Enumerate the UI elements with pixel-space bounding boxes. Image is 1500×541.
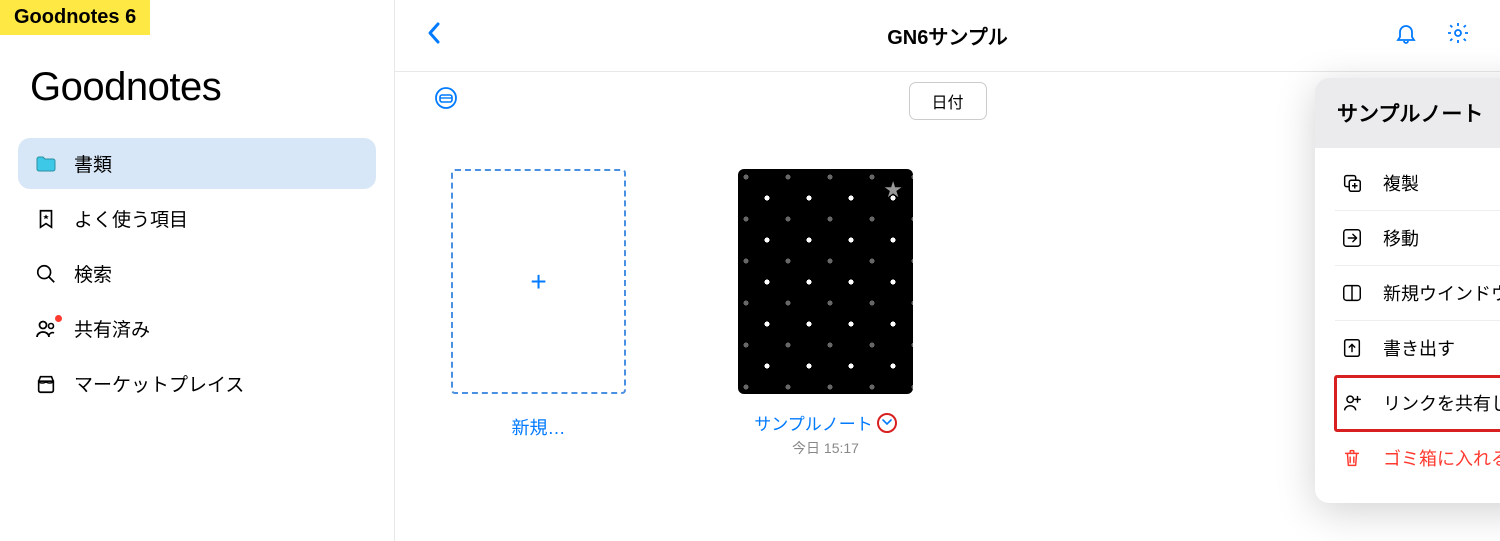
note-thumbnail[interactable]: ★ — [738, 169, 913, 394]
shop-icon — [34, 372, 58, 396]
context-menu: サンプルノート 複製 移動 — [1315, 78, 1500, 503]
menu-share-link[interactable]: リンクを共有して共同作業 — [1335, 376, 1500, 431]
sidebar-item-shared[interactable]: 共有済み — [18, 303, 376, 354]
menu-new-window[interactable]: 新規ウインドウで開く — [1335, 266, 1500, 321]
plus-icon: + — [530, 266, 546, 298]
note-date: 今日 15:17 — [792, 438, 859, 458]
back-button[interactable] — [425, 19, 443, 52]
menu-label: 移動 — [1383, 225, 1419, 251]
bell-icon[interactable] — [1394, 21, 1418, 50]
menu-label: リンクを共有して共同作業 — [1383, 390, 1500, 416]
sidebar-item-label: マーケットプレイス — [74, 370, 244, 397]
bookmark-star-icon — [34, 207, 58, 231]
search-icon — [34, 262, 58, 286]
app-badge: Goodnotes 6 — [0, 0, 150, 35]
new-item: + 新規… — [451, 169, 626, 458]
menu-label: 複製 — [1383, 170, 1419, 196]
note-item: ★ サンプルノート 今日 15:17 — [738, 169, 913, 458]
sidebar-item-label: 共有済み — [74, 315, 150, 342]
menu-export[interactable]: 書き出す — [1335, 321, 1500, 376]
export-icon — [1339, 335, 1365, 361]
filter-icon[interactable] — [431, 86, 461, 115]
main-area: GN6サンプル 日付 — [395, 0, 1500, 541]
folder-icon — [34, 152, 58, 176]
sidebar-item-favorites[interactable]: よく使う項目 — [18, 193, 376, 244]
sidebar: Goodnotes 書類 よく使う項目 検索 共有済み — [0, 0, 395, 541]
note-title[interactable]: サンプルノート — [754, 410, 873, 435]
logo: Goodnotes — [30, 65, 364, 110]
menu-duplicate[interactable]: 複製 — [1335, 156, 1500, 211]
new-tile[interactable]: + — [451, 169, 626, 394]
trash-icon — [1339, 445, 1365, 471]
sidebar-item-label: よく使う項目 — [74, 205, 188, 232]
header: GN6サンプル — [395, 0, 1500, 72]
sidebar-item-label: 書類 — [74, 150, 112, 177]
menu-label: 書き出す — [1383, 335, 1455, 361]
gear-icon[interactable] — [1446, 21, 1470, 50]
menu-label: 新規ウインドウで開く — [1383, 280, 1500, 306]
popover-header: サンプルノート — [1315, 78, 1500, 148]
duplicate-icon — [1339, 170, 1365, 196]
sidebar-item-label: 検索 — [74, 260, 112, 287]
sidebar-item-marketplace[interactable]: マーケットプレイス — [18, 358, 376, 409]
new-label[interactable]: 新規… — [512, 414, 566, 440]
sidebar-item-documents[interactable]: 書類 — [18, 138, 376, 189]
move-icon — [1339, 225, 1365, 251]
window-icon — [1339, 280, 1365, 306]
menu-move[interactable]: 移動 — [1335, 211, 1500, 266]
popover-title: サンプルノート — [1337, 98, 1483, 128]
share-person-icon — [1339, 390, 1365, 416]
star-icon[interactable]: ★ — [883, 177, 903, 203]
people-icon — [34, 317, 58, 341]
menu-trash[interactable]: ゴミ箱に入れる — [1335, 431, 1500, 485]
sidebar-item-search[interactable]: 検索 — [18, 248, 376, 299]
note-menu-button[interactable] — [877, 413, 897, 433]
page-title: GN6サンプル — [887, 21, 1008, 50]
menu-label: ゴミ箱に入れる — [1383, 445, 1500, 471]
sort-button[interactable]: 日付 — [908, 82, 986, 120]
